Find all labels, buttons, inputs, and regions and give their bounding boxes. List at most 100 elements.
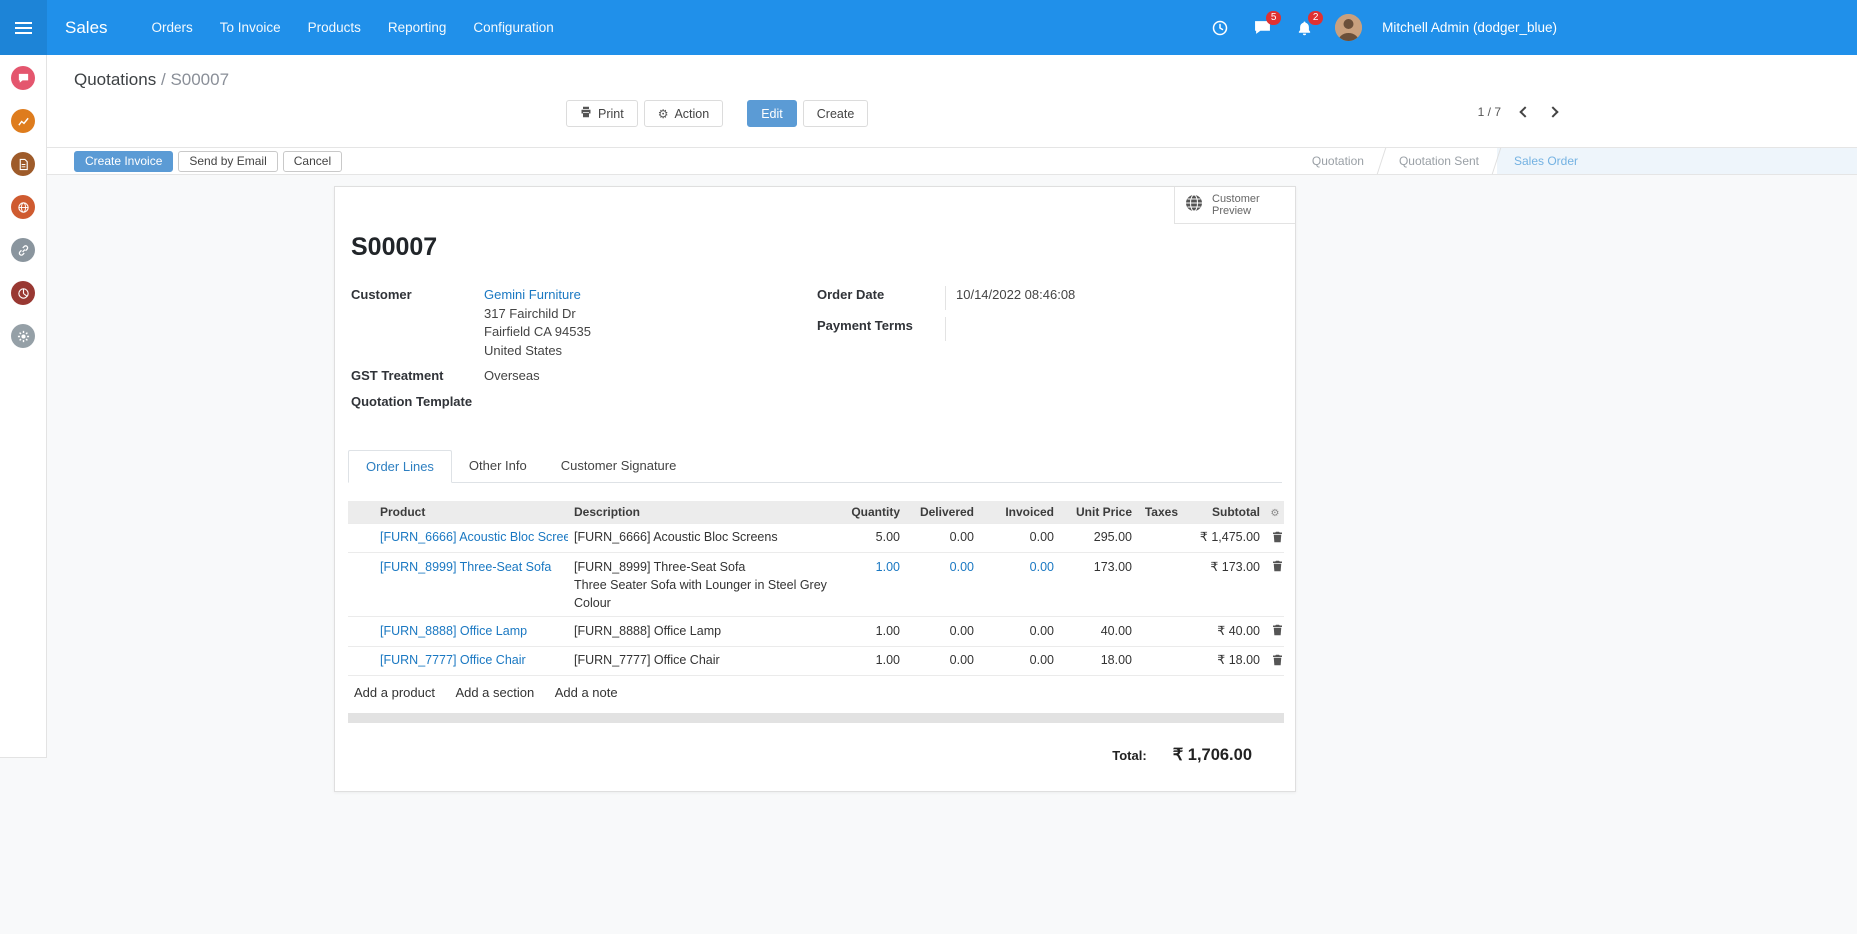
table-row: [FURN_7777] Office Chair [FURN_7777] Off… xyxy=(348,646,1284,676)
send-by-email-button[interactable]: Send by Email xyxy=(178,151,277,172)
product-link[interactable]: [FURN_6666] Acoustic Bloc Scree... xyxy=(380,530,568,544)
menu-products[interactable]: Products xyxy=(308,20,361,35)
col-delivered[interactable]: Delivered xyxy=(906,501,980,524)
globe-icon xyxy=(1184,193,1204,218)
customer-address-line: 317 Fairchild Dr xyxy=(484,306,576,321)
add-a-note-link[interactable]: Add a note xyxy=(555,685,618,700)
quotation-template-label: Quotation Template xyxy=(351,393,484,413)
col-taxes[interactable]: Taxes xyxy=(1138,501,1184,524)
field-order-date: Order Date 10/14/2022 08:46:08 xyxy=(817,286,1279,310)
pager-previous-icon[interactable] xyxy=(1519,106,1530,117)
drag-handle[interactable] xyxy=(348,646,374,676)
avatar[interactable] xyxy=(1335,14,1362,41)
quantity-cell: 5.00 xyxy=(833,523,906,553)
product-link[interactable]: [FURN_8888] Office Lamp xyxy=(380,624,527,638)
add-a-section-link[interactable]: Add a section xyxy=(455,685,534,700)
notebook-tabs: Order Lines Other Info Customer Signatur… xyxy=(348,450,1282,483)
delete-line-icon[interactable] xyxy=(1266,646,1284,676)
breadcrumb-separator: / xyxy=(161,70,166,89)
drag-handle-column xyxy=(348,501,374,524)
invoice-icon[interactable] xyxy=(11,152,35,176)
table-row: [FURN_8888] Office Lamp [FURN_8888] Offi… xyxy=(348,617,1284,647)
content-column: Quotations / S00007 Print ⚙ Action Edit … xyxy=(47,55,1857,934)
product-link[interactable]: [FURN_7777] Office Chair xyxy=(380,653,526,667)
website-globe-icon[interactable] xyxy=(11,195,35,219)
menu-reporting[interactable]: Reporting xyxy=(388,20,447,35)
shortcut-sidebar xyxy=(0,55,47,758)
notifications-bell-icon[interactable]: 2 xyxy=(1293,17,1315,39)
create-button[interactable]: Create xyxy=(803,100,869,127)
col-product[interactable]: Product xyxy=(374,501,568,524)
customer-preview-button[interactable]: Customer Preview xyxy=(1174,187,1295,224)
pager-next-icon[interactable] xyxy=(1547,106,1558,117)
col-subtotal[interactable]: Subtotal xyxy=(1184,501,1266,524)
status-quotation[interactable]: Quotation xyxy=(1295,148,1381,174)
menu-configuration[interactable]: Configuration xyxy=(473,20,553,35)
sales-chart-icon[interactable] xyxy=(11,109,35,133)
gst-treatment-label: GST Treatment xyxy=(351,367,484,386)
quotation-template-value xyxy=(484,393,817,413)
apps-menu-icon[interactable] xyxy=(0,0,47,55)
control-panel: Quotations / S00007 Print ⚙ Action Edit … xyxy=(47,55,1857,147)
totals: Total: ₹ 1,706.00 xyxy=(348,745,1252,765)
print-button[interactable]: Print xyxy=(566,100,638,127)
invoiced-cell: 0.00 xyxy=(980,523,1060,553)
payment-terms-value xyxy=(945,317,1279,341)
link-icon[interactable] xyxy=(11,238,35,262)
unit-price-cell: 18.00 xyxy=(1060,646,1138,676)
settings-gear-icon[interactable] xyxy=(11,324,35,348)
taxes-cell xyxy=(1138,553,1184,617)
drag-handle[interactable] xyxy=(348,553,374,617)
menu-to-invoice[interactable]: To Invoice xyxy=(220,20,281,35)
activities-icon[interactable] xyxy=(1209,17,1231,39)
add-a-product-link[interactable]: Add a product xyxy=(354,685,435,700)
action-button[interactable]: ⚙ Action xyxy=(644,100,724,127)
user-menu[interactable]: Mitchell Admin (dodger_blue) xyxy=(1382,20,1557,35)
tab-customer-signature[interactable]: Customer Signature xyxy=(544,450,694,482)
drag-handle[interactable] xyxy=(348,523,374,553)
horizontal-scrollbar[interactable] xyxy=(348,713,1284,723)
customer-value: Gemini Furniture 317 Fairchild Dr Fairfi… xyxy=(484,286,591,360)
create-invoice-button[interactable]: Create Invoice xyxy=(74,151,173,172)
delete-line-icon[interactable] xyxy=(1266,523,1284,553)
customer-link[interactable]: Gemini Furniture xyxy=(484,287,581,302)
table-header-row: Product Description Quantity Delivered I… xyxy=(348,501,1284,524)
optional-columns-icon[interactable]: ⚙ xyxy=(1266,501,1284,524)
product-link[interactable]: [FURN_8999] Three-Seat Sofa xyxy=(380,560,551,574)
tab-other-info[interactable]: Other Info xyxy=(452,450,544,482)
field-gst-treatment: GST Treatment Overseas xyxy=(351,367,817,386)
delivered-cell: 0.00 xyxy=(906,646,980,676)
subtotal-cell: ₹ 173.00 xyxy=(1184,553,1266,617)
total-label: Total: xyxy=(1112,748,1146,763)
messages-icon[interactable]: 5 xyxy=(1251,17,1273,39)
tab-order-lines[interactable]: Order Lines xyxy=(348,450,452,483)
menu-orders[interactable]: Orders xyxy=(152,20,193,35)
col-unit-price[interactable]: Unit Price xyxy=(1060,501,1138,524)
breadcrumb-quotations[interactable]: Quotations xyxy=(74,70,156,89)
cancel-button[interactable]: Cancel xyxy=(283,151,342,172)
order-lines-table: Product Description Quantity Delivered I… xyxy=(348,501,1284,711)
taxes-cell xyxy=(1138,523,1184,553)
gear-icon: ⚙ xyxy=(658,107,669,121)
status-sales-order[interactable]: Sales Order xyxy=(1497,148,1857,174)
col-invoiced[interactable]: Invoiced xyxy=(980,501,1060,524)
edit-button[interactable]: Edit xyxy=(747,100,797,127)
description-cell: [FURN_6666] Acoustic Bloc Screens xyxy=(568,523,833,553)
breadcrumb-current: S00007 xyxy=(170,70,229,89)
add-line-row: Add a product Add a section Add a note xyxy=(348,676,1284,711)
customer-address-line: Fairfield CA 94535 xyxy=(484,324,591,339)
app-name[interactable]: Sales xyxy=(65,18,108,38)
col-description[interactable]: Description xyxy=(568,501,833,524)
status-quotation-sent[interactable]: Quotation Sent xyxy=(1382,148,1496,174)
drag-handle[interactable] xyxy=(348,617,374,647)
delete-line-icon[interactable] xyxy=(1266,617,1284,647)
col-quantity[interactable]: Quantity xyxy=(833,501,906,524)
customer-label: Customer xyxy=(351,286,484,360)
analytics-icon[interactable] xyxy=(11,281,35,305)
discuss-icon[interactable] xyxy=(11,66,35,90)
field-group-right: Order Date 10/14/2022 08:46:08 Payment T… xyxy=(817,286,1279,420)
description-cell: [FURN_8999] Three-Seat Sofa Three Seater… xyxy=(568,553,833,617)
gst-treatment-value: Overseas xyxy=(484,367,540,386)
delete-line-icon[interactable] xyxy=(1266,553,1284,617)
delivered-cell: 0.00 xyxy=(906,617,980,647)
